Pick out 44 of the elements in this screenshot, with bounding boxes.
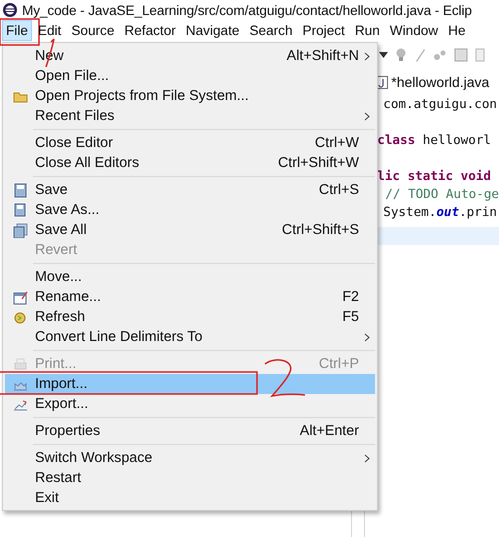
java-file-icon <box>377 76 388 88</box>
window-title: My_code - JavaSE_Learning/src/com/atguigu/contact/helloworld.java - Eclip <box>22 2 472 18</box>
menu-item[interactable]: Switch Workspace <box>5 448 375 468</box>
menu-item[interactable]: Save Ctrl+S <box>5 180 375 200</box>
menu-item[interactable]: Exit <box>5 488 375 508</box>
handwritten-mark-drawing <box>263 358 307 400</box>
menu-item[interactable]: Export... <box>5 394 375 414</box>
document-icon[interactable] <box>454 48 468 62</box>
code-line: System.out.prin <box>383 204 498 219</box>
page-icon[interactable] <box>475 48 486 62</box>
menu-bar-item[interactable]: Run <box>350 20 384 41</box>
menu-item[interactable]: Close Editor Ctrl+W <box>5 133 375 153</box>
menu-bar-item[interactable]: Project <box>298 20 349 41</box>
printer-icon <box>12 356 28 372</box>
menu-item[interactable]: Restart <box>5 468 375 488</box>
menu-item[interactable]: Open File... <box>5 66 375 86</box>
window-pencil-icon <box>12 290 28 304</box>
menu-item[interactable]: Save As... <box>5 200 375 220</box>
menu-item[interactable]: Move... <box>5 267 375 287</box>
menu-item[interactable]: Refresh F5 <box>5 307 375 327</box>
menu-item[interactable]: Open Projects from File System... <box>5 86 375 106</box>
menu-bar-item[interactable]: Navigate <box>182 20 244 41</box>
floppy-disks-icon <box>12 222 28 238</box>
menu-item[interactable]: Properties Alt+Enter <box>5 421 375 441</box>
menu-bar-item[interactable]: Window <box>386 20 442 41</box>
lightbulb-icon[interactable] <box>395 48 408 62</box>
menu-bar-item[interactable]: He <box>444 20 470 41</box>
caret-icon[interactable] <box>379 52 388 58</box>
code-comment: // TODO Auto-ge <box>385 186 499 201</box>
pencil-icon[interactable] <box>414 48 426 62</box>
menu-bar-item[interactable]: File <box>2 20 32 41</box>
code-line: com.atguigu.con <box>383 96 497 111</box>
code-line: lic static void <box>377 168 491 183</box>
menu-item[interactable]: Import... <box>5 374 375 394</box>
menu-bar-item[interactable]: Search <box>245 20 297 41</box>
menu-item[interactable]: Recent Files <box>5 106 375 126</box>
menu-item[interactable]: Close All Editors Ctrl+Shift+W <box>5 153 375 173</box>
menu-bar-item[interactable]: Refactor <box>120 20 180 41</box>
menu-bar-item[interactable]: Source <box>67 20 118 41</box>
menu-item[interactable]: Save All Ctrl+Shift+S <box>5 220 375 240</box>
menu-item[interactable]: Rename... F2 <box>5 287 375 307</box>
code-line: class helloworl <box>377 132 492 147</box>
menu-item[interactable]: Convert Line Delimiters To <box>5 327 375 347</box>
dots-icon[interactable] <box>433 48 448 62</box>
